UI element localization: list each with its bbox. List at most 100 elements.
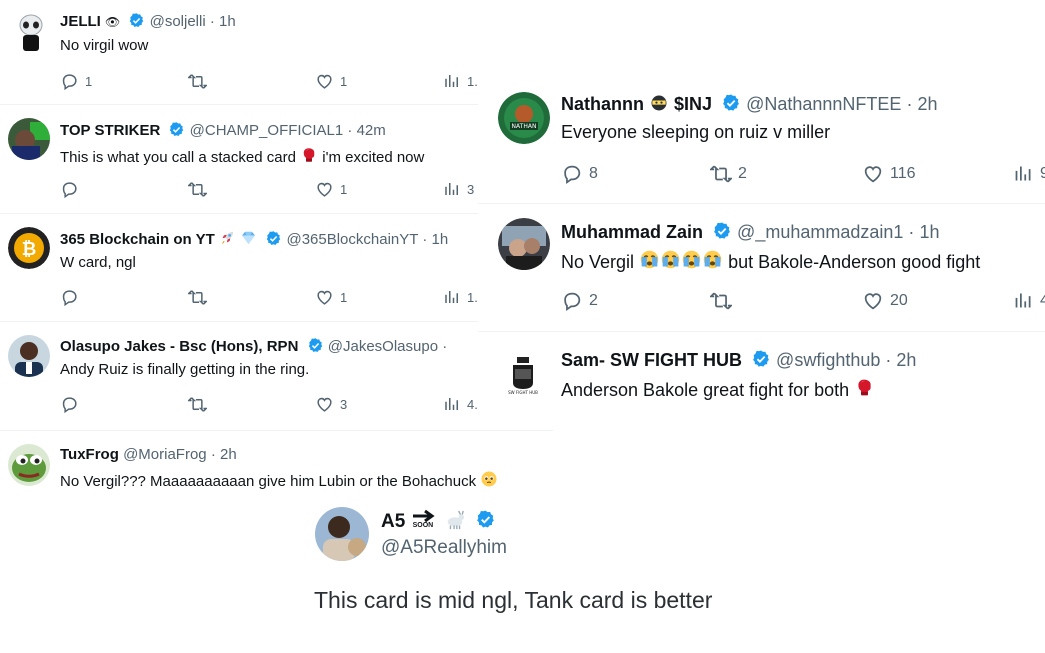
timestamp[interactable]: 42m: [357, 122, 386, 139]
display-name[interactable]: JELLI: [60, 13, 101, 30]
separator-dot: ·: [885, 350, 892, 370]
timestamp[interactable]: 1h: [219, 13, 236, 30]
avatar[interactable]: ₿: [8, 227, 50, 269]
tweet-365-blockchain[interactable]: ₿ 365 Blockchain on YT @365BlockchainYT …: [0, 215, 553, 319]
tweet-header: TuxFrog @MoriaFrog · 2h: [60, 446, 237, 463]
timestamp[interactable]: 2h: [220, 446, 237, 463]
repost-button[interactable]: [188, 288, 207, 307]
avatar[interactable]: [8, 444, 50, 486]
handle[interactable]: @NathannnNFTEE: [746, 94, 901, 114]
display-name[interactable]: Nathannn: [561, 94, 644, 114]
action-bar: 1 1 1.2K: [0, 72, 553, 92]
views-icon: [1013, 290, 1034, 311]
handle[interactable]: @_muhammadzain1: [737, 222, 903, 242]
heart-icon: [862, 163, 884, 185]
tweet-olasupo-jakes[interactable]: Olasupo Jakes - Bsc (Hons), RPN @JakesOl…: [0, 323, 553, 429]
repost-button[interactable]: [188, 395, 207, 414]
tweet-tuxfrog[interactable]: TuxFrog @MoriaFrog · 2h No Vergil??? Maa…: [0, 432, 553, 495]
reply-button[interactable]: [60, 395, 85, 414]
like-button[interactable]: 1: [315, 180, 347, 199]
separator-dot: ·: [347, 122, 353, 139]
handle[interactable]: @365BlockchainYT: [286, 231, 418, 248]
tweet-header: Muhammad Zain @_muhammadzain1 · 1h: [561, 221, 939, 243]
heart-icon: [315, 395, 334, 414]
tweet-muhammad-zain[interactable]: Muhammad Zain @_muhammadzain1 · 1h No Ve…: [478, 205, 1045, 329]
avatar[interactable]: [8, 118, 50, 160]
featured-header: A5 SOON: [381, 509, 496, 536]
featured-tweet[interactable]: A5 SOON @A5Reallyhim This card is mid ng…: [300, 495, 760, 653]
verified-badge-icon: [475, 509, 496, 530]
display-name[interactable]: Olasupo Jakes - Bsc (Hons), RPN: [60, 338, 298, 355]
like-button[interactable]: 3: [315, 395, 347, 414]
reply-icon: [561, 163, 583, 185]
verified-badge-icon: [265, 230, 282, 247]
avatar[interactable]: [8, 335, 50, 377]
handle[interactable]: @A5Reallyhim: [381, 537, 507, 559]
tweet-header: TOP STRIKER @CHAMP_OFFICIAL1 · 42m: [60, 121, 386, 139]
verified-badge-icon: [307, 337, 324, 354]
like-button[interactable]: 1: [315, 288, 347, 307]
tweet-text-main: No Vergil??? Maaaaaaaaaan give him Lubin…: [60, 473, 477, 490]
views-button[interactable]: 3: [443, 180, 474, 198]
repost-button[interactable]: [188, 180, 207, 199]
views-button[interactable]: 1.: [443, 288, 478, 306]
tweet-text-head: No Vergil: [561, 252, 635, 272]
reply-icon: [60, 288, 79, 307]
separator-dot: ·: [442, 338, 448, 355]
like-button[interactable]: 1: [315, 72, 347, 91]
timestamp[interactable]: 1h: [432, 231, 449, 248]
reply-button[interactable]: 1: [60, 72, 92, 91]
avatar[interactable]: SW FIGHT HUB: [506, 355, 540, 395]
avatar[interactable]: NATHAN: [498, 92, 550, 144]
boxing-glove-icon: [854, 377, 875, 398]
display-name[interactable]: 365 Blockchain on YT: [60, 231, 215, 248]
repost-button[interactable]: [188, 72, 207, 91]
tweet-top-striker[interactable]: TOP STRIKER @CHAMP_OFFICIAL1 · 42m This …: [0, 106, 553, 212]
separator-dot: ·: [906, 94, 913, 114]
timestamp[interactable]: 2h: [896, 350, 916, 370]
handle[interactable]: @MoriaFrog: [123, 446, 207, 463]
like-count: 1: [340, 182, 348, 197]
pleading-face-icon: [480, 470, 498, 488]
ninja-icon: [649, 93, 669, 118]
timestamp[interactable]: 2h: [917, 94, 937, 114]
tweet-sw-fight-hub[interactable]: SW FIGHT HUB Sam- SW FIGHT HUB @swfighth…: [478, 333, 1045, 430]
handle[interactable]: @JakesOlasupo: [328, 338, 438, 355]
action-bar: 1 1.: [0, 288, 553, 308]
views-icon: [443, 395, 461, 413]
views-button[interactable]: 4: [1013, 290, 1045, 311]
tweet-text: Andy Ruiz is finally getting in the ring…: [60, 361, 310, 378]
avatar[interactable]: [498, 218, 550, 270]
display-name[interactable]: Muhammad Zain: [561, 222, 703, 242]
display-name[interactable]: TuxFrog: [60, 446, 119, 463]
reply-button[interactable]: 2: [561, 290, 598, 312]
verified-badge-icon: [128, 12, 145, 29]
repost-button[interactable]: [710, 290, 732, 312]
handle[interactable]: @CHAMP_OFFICIAL1: [190, 122, 344, 139]
reply-button[interactable]: 8: [561, 163, 598, 185]
views-button[interactable]: 4.: [443, 395, 478, 413]
tweet-text: No Vergil??? Maaaaaaaaaan give him Lubin…: [60, 470, 498, 490]
like-button[interactable]: 20: [862, 290, 908, 312]
handle[interactable]: @swfighthub: [776, 350, 880, 370]
like-count: 1: [340, 290, 348, 305]
svg-text:₿: ₿: [22, 239, 37, 260]
avatar[interactable]: [315, 507, 369, 561]
reply-button[interactable]: [60, 288, 85, 307]
action-bar: 8 2 116 9: [478, 163, 1045, 187]
display-name[interactable]: Sam- SW FIGHT HUB: [561, 350, 742, 370]
handle[interactable]: @soljelli: [150, 13, 206, 30]
like-button[interactable]: 116: [862, 163, 916, 185]
display-name[interactable]: TOP STRIKER: [60, 122, 160, 139]
tweet-nathannn[interactable]: NATHAN Nathannn $INJ @NathannnNFTEE · 2h…: [478, 73, 1045, 201]
timestamp[interactable]: 1h: [919, 222, 939, 242]
views-button[interactable]: 9: [1013, 163, 1045, 184]
action-bar: 1 3: [0, 180, 553, 200]
reply-button[interactable]: [60, 180, 85, 199]
tweet-jelli[interactable]: JELLI 👁 @soljelli · 1h No virgil wow 1 1…: [0, 0, 553, 104]
heart-icon: [315, 288, 334, 307]
repost-button[interactable]: 2: [710, 163, 747, 185]
avatar[interactable]: [15, 13, 47, 53]
divider: [0, 321, 553, 322]
display-name[interactable]: A5: [381, 511, 405, 532]
